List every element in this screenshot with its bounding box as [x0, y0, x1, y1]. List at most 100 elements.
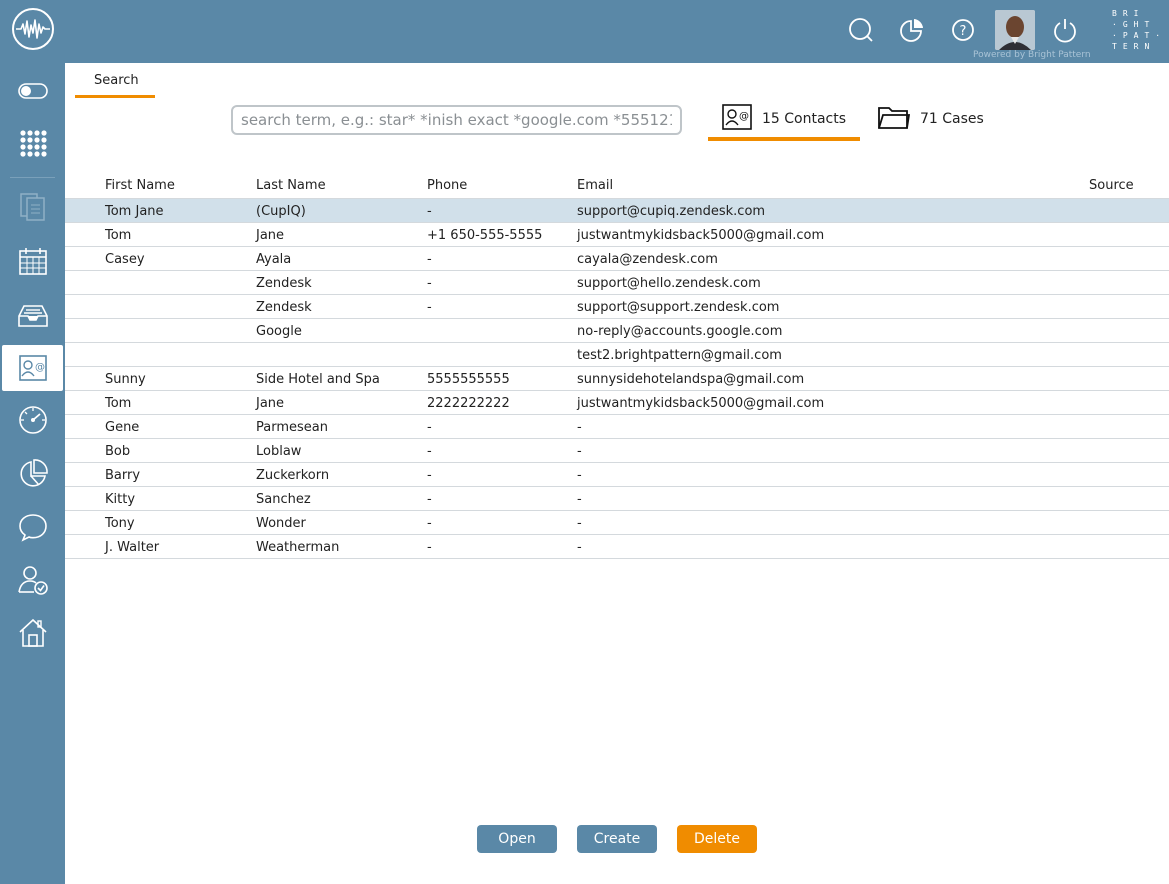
- cell-phone: +1 650-555-5555: [427, 228, 543, 243]
- home-icon[interactable]: [0, 610, 65, 656]
- svg-text:@: @: [35, 362, 45, 373]
- cell-last-name: Wonder: [256, 516, 306, 531]
- contacts-table: First Name Last Name Phone Email Source …: [65, 172, 1169, 559]
- cell-phone: -: [427, 540, 432, 555]
- column-header-first-name[interactable]: First Name: [105, 178, 175, 193]
- waveform-icon[interactable]: [12, 8, 54, 50]
- cell-last-name: Side Hotel and Spa: [256, 372, 380, 387]
- table-row[interactable]: Google no-reply@accounts.google.com: [65, 319, 1169, 343]
- powered-by-text: Powered by Bright Pattern: [973, 50, 1091, 60]
- svg-text:@: @: [739, 111, 749, 122]
- cell-phone: -: [427, 204, 432, 219]
- user-check-icon[interactable]: [0, 557, 65, 603]
- brand-logo: BRI ·GHT ·PAT· TERN: [1112, 9, 1167, 51]
- table-body: Tom Jane (CupIQ) - support@cupiq.zendesk.co…: [65, 199, 1169, 559]
- calendar-icon[interactable]: [0, 238, 65, 284]
- cell-phone: -: [427, 492, 432, 507]
- table-row[interactable]: Zendesk - support@support.zendesk.com: [65, 295, 1169, 319]
- cell-first-name: Gene: [105, 420, 140, 435]
- search-input[interactable]: [231, 105, 682, 135]
- table-row[interactable]: Bob Loblaw - -: [65, 439, 1169, 463]
- cell-last-name: Ayala: [256, 252, 292, 267]
- cell-first-name: Bob: [105, 444, 131, 459]
- cell-last-name: Google: [256, 324, 302, 339]
- table-row[interactable]: Kitty Sanchez - -: [65, 487, 1169, 511]
- cell-email: support@cupiq.zendesk.com: [577, 204, 766, 219]
- contacts-card-icon: @: [722, 103, 752, 134]
- sidebar: @: [0, 63, 65, 884]
- column-header-phone[interactable]: Phone: [427, 178, 467, 193]
- table-row[interactable]: Zendesk - support@hello.zendesk.com: [65, 271, 1169, 295]
- delete-button[interactable]: Delete: [677, 825, 757, 853]
- cell-phone: 5555555555: [427, 372, 510, 387]
- cell-email: -: [577, 540, 582, 555]
- svg-text:?: ?: [960, 24, 967, 39]
- chat-bubble-icon[interactable]: [0, 504, 65, 550]
- table-row[interactable]: Tom Jane 2222222222 justwantmykidsback5000@…: [65, 391, 1169, 415]
- inbox-tray-icon[interactable]: [0, 292, 65, 338]
- cell-phone: 2222222222: [427, 396, 510, 411]
- cell-email: no-reply@accounts.google.com: [577, 324, 783, 339]
- documents-icon[interactable]: [0, 184, 65, 230]
- cell-email: support@hello.zendesk.com: [577, 276, 761, 291]
- cell-first-name: Tom: [105, 228, 132, 243]
- open-button[interactable]: Open: [477, 825, 557, 853]
- cell-last-name: Parmesean: [256, 420, 328, 435]
- pie-chart-icon[interactable]: [0, 451, 65, 497]
- table-row[interactable]: Tom Jane +1 650-555-5555 justwantmykidsback…: [65, 223, 1169, 247]
- cell-phone: -: [427, 468, 432, 483]
- cell-first-name: Barry: [105, 468, 141, 483]
- contacts-icon[interactable]: @: [2, 345, 63, 391]
- toggle-icon[interactable]: [0, 68, 65, 114]
- cases-result-tab[interactable]: 71 Cases: [876, 100, 1006, 138]
- cell-last-name: Jane: [256, 396, 285, 411]
- table-row[interactable]: Tom Jane (CupIQ) - support@cupiq.zendesk.co…: [65, 199, 1169, 223]
- tab-search[interactable]: Search: [75, 70, 155, 98]
- table-row[interactable]: Sunny Side Hotel and Spa 5555555555 sunnysi…: [65, 367, 1169, 391]
- column-header-email[interactable]: Email: [577, 178, 613, 193]
- cell-email: justwantmykidsback5000@gmail.com: [577, 396, 825, 411]
- dashboard-gauge-icon[interactable]: [0, 397, 65, 443]
- table-row[interactable]: Tony Wonder - -: [65, 511, 1169, 535]
- table-row[interactable]: Casey Ayala - cayala@zendesk.com: [65, 247, 1169, 271]
- table-row[interactable]: J. Walter Weatherman - -: [65, 535, 1169, 559]
- cell-email: -: [577, 516, 582, 531]
- table-header: First Name Last Name Phone Email Source: [65, 172, 1169, 199]
- top-bar: ? Powered by Bright Pattern BRI ·GHT ·PA…: [0, 0, 1169, 63]
- create-button[interactable]: Create: [577, 825, 657, 853]
- column-header-last-name[interactable]: Last Name: [256, 178, 326, 193]
- avatar[interactable]: [995, 10, 1035, 50]
- cell-last-name: Zuckerkorn: [256, 468, 330, 483]
- cell-email: justwantmykidsback5000@gmail.com: [577, 228, 825, 243]
- power-icon[interactable]: [1050, 15, 1080, 45]
- cell-email: cayala@zendesk.com: [577, 252, 718, 267]
- cell-phone: -: [427, 516, 432, 531]
- folder-icon: [878, 104, 911, 134]
- cell-email: test2.brightpattern@gmail.com: [577, 348, 782, 363]
- cell-first-name: Tom: [105, 396, 132, 411]
- cell-email: support@support.zendesk.com: [577, 300, 780, 315]
- reports-pie-icon[interactable]: [897, 15, 927, 45]
- cell-first-name: Casey: [105, 252, 145, 267]
- column-header-source[interactable]: Source: [1089, 178, 1134, 193]
- cell-first-name: Tom Jane: [105, 204, 164, 219]
- table-row[interactable]: Gene Parmesean - -: [65, 415, 1169, 439]
- cell-email: -: [577, 468, 582, 483]
- cell-last-name: Jane: [256, 228, 285, 243]
- cell-first-name: Kitty: [105, 492, 136, 507]
- cell-phone: -: [427, 276, 432, 291]
- search-icon[interactable]: [846, 15, 876, 45]
- cell-last-name: (CupIQ): [256, 204, 306, 219]
- cell-last-name: Zendesk: [256, 300, 312, 315]
- table-row[interactable]: Barry Zuckerkorn - -: [65, 463, 1169, 487]
- cell-phone: -: [427, 300, 432, 315]
- cell-email: -: [577, 444, 582, 459]
- table-row[interactable]: test2.brightpattern@gmail.com: [65, 343, 1169, 367]
- help-icon[interactable]: ?: [948, 15, 978, 45]
- contacts-result-tab[interactable]: @ 15 Contacts: [708, 100, 860, 141]
- cell-last-name: Sanchez: [256, 492, 311, 507]
- cell-email: -: [577, 420, 582, 435]
- dialpad-icon[interactable]: [0, 120, 65, 166]
- cell-first-name: Sunny: [105, 372, 146, 387]
- cell-last-name: Loblaw: [256, 444, 302, 459]
